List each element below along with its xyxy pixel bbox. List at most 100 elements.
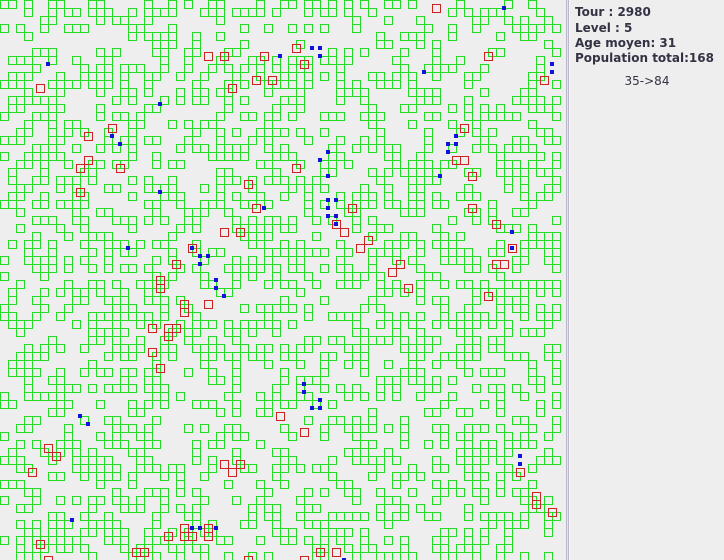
green-cell xyxy=(56,200,65,209)
green-cell xyxy=(432,464,441,473)
green-cell xyxy=(464,544,473,553)
green-cell xyxy=(208,440,217,449)
green-cell xyxy=(136,24,145,33)
green-cell xyxy=(184,512,193,521)
green-cell xyxy=(368,216,377,225)
green-cell xyxy=(496,336,505,345)
green-cell xyxy=(56,72,65,81)
green-cell xyxy=(144,264,153,273)
green-cell xyxy=(336,136,345,145)
green-cell xyxy=(368,456,377,465)
green-cell xyxy=(304,80,313,89)
green-cell xyxy=(40,288,49,297)
green-cell xyxy=(160,400,169,409)
green-cell xyxy=(216,376,225,385)
green-cell xyxy=(552,312,561,321)
green-cell xyxy=(360,200,369,209)
blue-cell xyxy=(446,150,450,154)
green-cell xyxy=(440,280,449,289)
green-cell xyxy=(408,176,417,185)
green-cell xyxy=(464,96,473,105)
green-cell xyxy=(160,216,169,225)
green-cell xyxy=(256,128,265,137)
green-cell xyxy=(80,344,89,353)
green-cell xyxy=(144,216,153,225)
green-cell xyxy=(0,536,9,545)
green-cell xyxy=(296,344,305,353)
green-cell xyxy=(128,128,137,137)
green-cell xyxy=(480,400,489,409)
green-cell xyxy=(400,424,409,433)
green-cell xyxy=(400,208,409,217)
green-cell xyxy=(8,56,17,65)
stats-panel: Tour : 2980 Level : 5 Age moyen: 31 Popu… xyxy=(570,0,724,560)
green-cell xyxy=(400,168,409,177)
green-cell xyxy=(184,336,193,345)
green-cell xyxy=(448,480,457,489)
green-cell xyxy=(248,328,257,337)
green-cell xyxy=(16,536,25,545)
green-cell xyxy=(552,232,561,241)
green-cell xyxy=(8,368,17,377)
green-cell xyxy=(360,528,369,537)
green-cell xyxy=(96,520,105,529)
green-cell xyxy=(216,32,225,41)
green-cell xyxy=(208,120,217,129)
green-cell xyxy=(16,440,25,449)
green-cell xyxy=(416,336,425,345)
green-cell xyxy=(72,24,81,33)
green-cell xyxy=(416,504,425,513)
green-cell xyxy=(96,16,105,25)
green-cell xyxy=(264,216,273,225)
green-cell xyxy=(200,88,209,97)
green-cell xyxy=(40,192,49,201)
blue-cell xyxy=(326,206,330,210)
green-cell xyxy=(96,432,105,441)
game-board[interactable] xyxy=(0,0,566,560)
green-cell xyxy=(400,472,409,481)
green-cell xyxy=(16,160,25,169)
green-cell xyxy=(120,424,129,433)
green-cell xyxy=(344,160,353,169)
green-cell xyxy=(432,512,441,521)
green-cell xyxy=(288,432,297,441)
green-cell xyxy=(520,440,529,449)
green-cell xyxy=(432,56,441,65)
green-cell xyxy=(104,368,113,377)
green-cell xyxy=(376,72,385,81)
green-cell xyxy=(64,256,73,265)
green-cell xyxy=(504,296,513,305)
green-cell xyxy=(64,120,73,129)
green-cell xyxy=(248,8,257,17)
green-cell xyxy=(176,160,185,169)
green-cell xyxy=(408,160,417,169)
green-cell xyxy=(184,64,193,73)
green-cell xyxy=(328,8,337,17)
green-cell xyxy=(392,496,401,505)
green-cell xyxy=(424,176,433,185)
green-cell xyxy=(64,232,73,241)
green-cell xyxy=(304,312,313,321)
green-cell xyxy=(424,112,433,121)
green-cell xyxy=(72,216,81,225)
green-cell xyxy=(360,88,369,97)
green-cell xyxy=(256,224,265,233)
blue-cell xyxy=(46,62,50,66)
green-cell xyxy=(168,24,177,33)
green-cell xyxy=(80,456,89,465)
green-cell xyxy=(376,376,385,385)
population-total-label: Population total:168 xyxy=(575,51,714,65)
green-cell xyxy=(432,360,441,369)
green-cell xyxy=(280,224,289,233)
green-cell xyxy=(400,232,409,241)
green-cell xyxy=(496,32,505,41)
green-cell xyxy=(368,472,377,481)
green-cell xyxy=(24,256,33,265)
green-cell xyxy=(192,504,201,513)
green-cell xyxy=(416,200,425,209)
green-cell xyxy=(392,152,401,161)
green-cell xyxy=(472,24,481,33)
green-cell xyxy=(128,344,137,353)
green-cell xyxy=(432,272,441,281)
red-cell xyxy=(44,556,53,560)
